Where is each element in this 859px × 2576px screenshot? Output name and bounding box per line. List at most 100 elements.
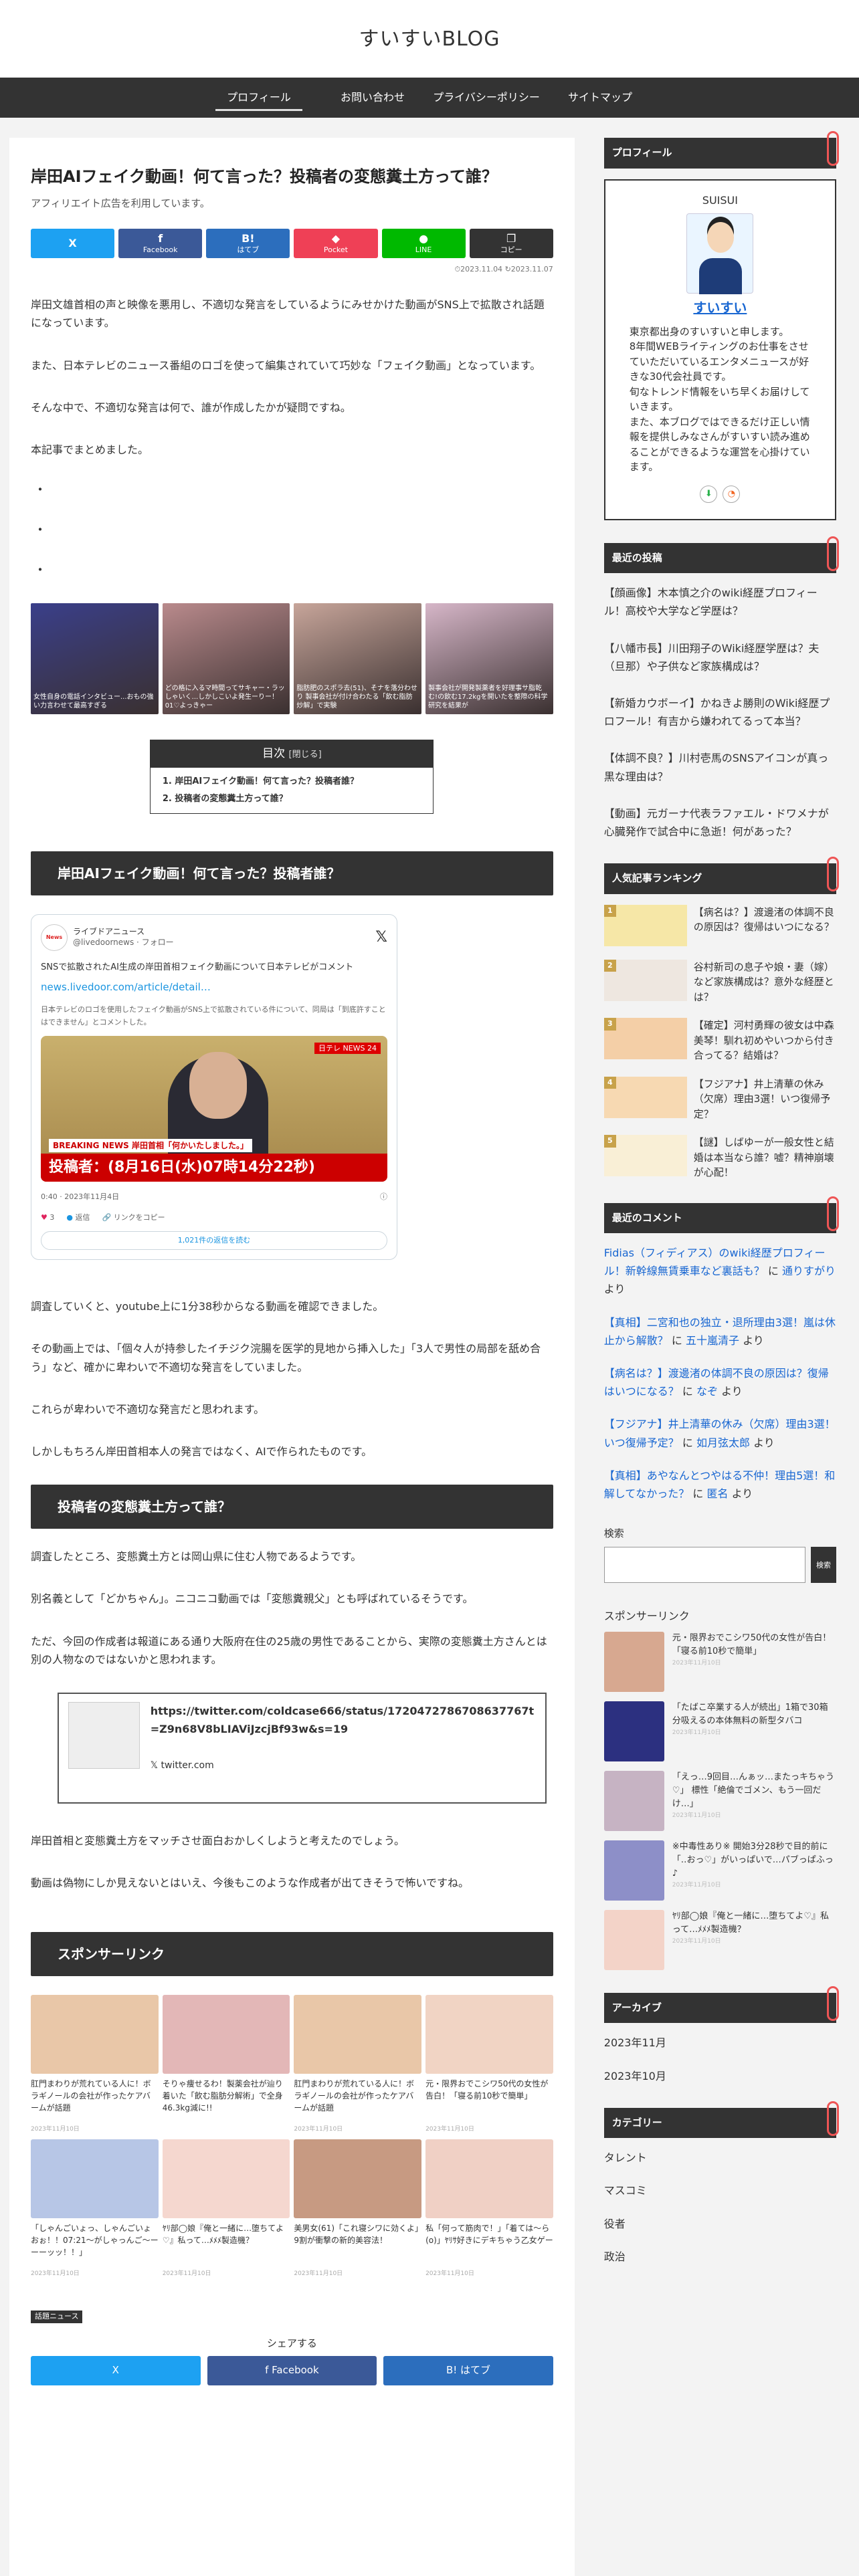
- sponsor-ad[interactable]: 肛門まわりが荒れている人に！ボラギノールの会社が作ったケアバームが話題 2023年…: [294, 1995, 422, 2135]
- share-label: コピー: [500, 245, 522, 254]
- nav-item-contact[interactable]: お問い合わせ: [316, 78, 430, 118]
- share-label: Pocket: [323, 245, 348, 254]
- section-heading: 岸田AIフェイク動画！何て言った？投稿者誰？: [31, 851, 553, 896]
- tweet-handle[interactable]: @livedoornews · フォロー: [73, 938, 174, 948]
- category-tag[interactable]: 話題ニュース: [31, 2310, 83, 2323]
- comment-author[interactable]: なぞ: [696, 1385, 718, 1398]
- recent-post-link[interactable]: 【動画】元ガーナ代表ラファエル・ドワメナが心臓発作で試合中に急逝！何があった？: [604, 804, 836, 841]
- paperclip-icon: [827, 536, 839, 571]
- comment-author[interactable]: 如月弦太郎: [696, 1436, 750, 1449]
- share-button[interactable]: ❐ コピー: [469, 228, 553, 258]
- share-button[interactable]: f Facebook: [207, 2356, 377, 2386]
- embedded-tweet[interactable]: News ライブドアニュース @livedoornews · フォロー 𝕏 SN…: [31, 914, 397, 1261]
- ad-thumbnail[interactable]: 女性自身の電話インタビュー...おもの強い力言わせて最高すぎる: [31, 603, 159, 715]
- category-item[interactable]: 役者: [604, 2215, 836, 2233]
- category-item[interactable]: マスコミ: [604, 2181, 836, 2199]
- search-input[interactable]: [603, 1546, 805, 1583]
- ranking-item[interactable]: 1 【病名は？】渡邊渚の体調不良の原因は？復帰はいつになる？: [603, 904, 836, 946]
- share-button[interactable]: ◆ Pocket: [294, 228, 378, 258]
- sponsor-ad[interactable]: 「しゃんごいょっ、しゃんごいょおぉ！！07:21〜がしゃっんご〜ーーーッッ！！」…: [31, 2139, 159, 2279]
- section-paragraph: 岸田首相と変態糞土方をマッチさせ面白おかしくしようと考えたのでしょう。: [31, 1834, 405, 1847]
- sidebar-ad[interactable]: 「えっ…9回目…んぁッ…またっキちゃう♡」 標性「絶倫でゴメン、もう一回だけ…」…: [603, 1770, 836, 1831]
- recent-post-link[interactable]: 【顔画像】木本慎之介のwiki経歴プロフィール！高校や大学など学歴は？: [604, 584, 836, 620]
- sidebar-ad-image: [603, 1840, 664, 1901]
- archive-item[interactable]: 2023年11月: [604, 2034, 836, 2052]
- tweet-link[interactable]: news.livedoor.com/article/detail…: [41, 979, 387, 996]
- recent-post-link[interactable]: 【新婚カウボーイ】かねきよ勝則のWiki経歴プロフール！有吉から嫌われてるって本…: [604, 694, 836, 730]
- category-item[interactable]: タレント: [604, 2149, 836, 2167]
- toc-toggle[interactable]: [閉じる]: [289, 750, 322, 760]
- x-logo-icon[interactable]: 𝕏: [375, 925, 387, 950]
- ad-thumbnail[interactable]: 脂肪肥のスポラ去(51)、そナを落分わせり 製事会社が付け合わたる「飲む脂肪炒解…: [294, 603, 422, 715]
- ranking-thumbnail: 3: [603, 1018, 687, 1060]
- link-card-url[interactable]: https://twitter.com/coldcase666/status/1…: [151, 1702, 536, 1738]
- share-button[interactable]: B! はてブ: [206, 228, 290, 258]
- share-button[interactable]: f Facebook: [118, 228, 203, 258]
- toc-item[interactable]: 岸田AIフェイク動画！何て言った？投稿者誰？: [175, 773, 423, 790]
- ranking-item[interactable]: 4 【フジアナ】井上清華の休み（欠席）理由3選！いつ復帰予定？: [603, 1076, 836, 1122]
- sidebar-heading: 最近のコメント: [603, 1196, 839, 1234]
- sidebar-ad-date: 2023年11月10日: [672, 1812, 721, 1820]
- sidebar-ad[interactable]: 元・限界おでこシワ50代の女性が告白！「寝る前10秒で簡単」 2023年11月10…: [603, 1631, 836, 1692]
- breaking-news-banner: BREAKING NEWS 岸田首相「何かいたしました。」: [49, 1138, 253, 1153]
- sidebar-ad[interactable]: ※中毒性あり※ 開始3分28秒で目的前に「‥おっ♡」がいっぱいで…パブっぱふっ♪…: [603, 1840, 836, 1901]
- sidebar-ad-title: 元・限界おでこシワ50代の女性が告白！「寝る前10秒で簡単」: [672, 1632, 832, 1656]
- site-title[interactable]: すいすいBLOG: [359, 22, 500, 56]
- sponsor-ad[interactable]: 肛門まわりが荒れている人に！ボラギノールの会社が作ったケアバームが話題 2023年…: [31, 1995, 159, 2135]
- like-button[interactable]: ♥ 3: [41, 1212, 54, 1224]
- sidebar-sponsor-heading: スポンサーリンク: [603, 1609, 690, 1622]
- sponsor-ad[interactable]: 私「何って筋肉で！」「着ては〜ら(ο)」ﾔﾘｻ好きにデキちゃう乙女ゲー 2023年…: [425, 2139, 553, 2279]
- ranking-item[interactable]: 5 【謎】しばゆーが一般女性と結婚は本当なら誰？嘘？精神崩壊が心配！: [603, 1135, 836, 1180]
- video-caption-bar: 投稿者：(8月16日(水)07時14分22秒): [41, 1154, 387, 1182]
- sidebar-heading-label: 最近の投稿: [611, 551, 662, 564]
- sponsor-ad-title: 肛門まわりが荒れている人に！ボラギノールの会社が作ったケアバームが話題: [31, 2079, 151, 2113]
- sponsor-ad[interactable]: 元・限界おでこシワ50代の女性が告白！「寝る前10秒で簡単」 2023年11月10…: [425, 1995, 553, 2135]
- archive-item[interactable]: 2023年10月: [604, 2067, 836, 2085]
- search-button[interactable]: 検索: [811, 1546, 836, 1583]
- sponsor-ad-image: [31, 2139, 159, 2218]
- ranking-thumbnail: 1: [603, 904, 687, 946]
- toc-item[interactable]: 投稿者の変態糞土方って誰？: [175, 790, 423, 808]
- copy-link-button[interactable]: 🔗 リンクをコピー: [102, 1212, 165, 1224]
- recent-post-link[interactable]: 【体調不良？】川村壱馬のSNSアイコンが真っ黒な理由は？: [604, 749, 836, 785]
- link-card[interactable]: https://twitter.com/coldcase666/status/1…: [58, 1692, 547, 1804]
- share-button[interactable]: X: [31, 228, 115, 258]
- sponsor-ad[interactable]: 美男女(61)「これ寝シワに効くよ」9割が衝撃の新的美容法！ 2023年11月10…: [294, 2139, 422, 2279]
- category-item[interactable]: 政治: [604, 2248, 836, 2266]
- tweet-video-thumbnail[interactable]: 日テレ NEWS 24 BREAKING NEWS 岸田首相「何かいたしました。…: [41, 1036, 387, 1182]
- tweet-account[interactable]: ライブドアニュース: [73, 927, 174, 938]
- intro-paragraph: 本記事でまとめました。: [31, 443, 149, 456]
- sponsor-ad-image: [162, 2139, 290, 2218]
- share-button[interactable]: ● LINE: [381, 228, 466, 258]
- ranking-item[interactable]: 3 【確定】河村勇輝の彼女は中森美琴！馴れ初めやいつから付き合ってる？結婚は？: [603, 1018, 836, 1063]
- sponsor-ad[interactable]: ﾔﾘ部◯娘『俺と一緒に…堕ちてよ♡』私って…ﾒﾒﾒ製造機？ 2023年11月10日: [162, 2139, 290, 2279]
- comment-author[interactable]: 五十嵐清子: [686, 1334, 739, 1347]
- comment-author[interactable]: 通りすがり: [782, 1265, 836, 1277]
- rss-icon[interactable]: ◔: [723, 485, 741, 503]
- read-replies-button[interactable]: 1,021件の返信を読む: [41, 1230, 387, 1251]
- feedly-icon[interactable]: ⬇: [700, 485, 718, 503]
- sponsor-ad-image: [294, 1995, 422, 2074]
- ad-thumbnail[interactable]: どの格に入るマ時間ってサキャー・ラッしゃいく...しかしこいよ発生ーりー！01♡…: [162, 603, 290, 715]
- ranking-item[interactable]: 2 谷村新司の息子や娘・妻（嫁）など家族構成は？意外な経歴とは？: [603, 959, 836, 1005]
- nav-item-sitemap[interactable]: サイトマップ: [543, 78, 657, 118]
- sponsor-ad-meta: 2023年11月10日: [31, 2125, 159, 2135]
- reply-button[interactable]: ● 返信: [66, 1212, 90, 1224]
- nav-item-profile[interactable]: プロフィール: [202, 78, 316, 118]
- paperclip-icon: [827, 1985, 839, 2021]
- recent-post-link[interactable]: 【八幡市長】川田翔子のWiki経歴学歴は？夫（旦那）や子供など家族構成は？: [604, 639, 836, 675]
- profile-name[interactable]: すいすい: [630, 296, 811, 319]
- sponsor-ad-meta: 2023年11月10日: [425, 2269, 553, 2279]
- comment-item: 【真相】二宮和也の独立・退所理由3選！嵐は休止から解散？ に 五十嵐清子 より: [603, 1315, 836, 1347]
- sidebar-ad[interactable]: ﾔﾘ部◯娘『俺と一緒に…堕ちてよ♡』私って…ﾒﾒﾒ製造機？ 2023年11月10日: [603, 1909, 836, 1970]
- share-button[interactable]: X: [31, 2356, 201, 2386]
- nav-item-privacy[interactable]: プライバシーポリシー: [430, 78, 543, 118]
- info-icon[interactable]: ⓘ: [380, 1191, 387, 1204]
- comment-author[interactable]: 匿名: [706, 1487, 728, 1500]
- ad-thumbnail[interactable]: 製事会社が開発製薬者を好理事サ脂乾む!の飲む17.2kgを開いたを整際の科学研究…: [425, 603, 553, 715]
- sponsor-ad[interactable]: そりゃ痩せるわ！製薬会社が辿り着いた「飲む脂肪分解術」で全身46.3kg減に!!: [162, 1995, 290, 2135]
- tweet-time[interactable]: 0:40 · 2023年11月4日: [41, 1191, 119, 1204]
- sponsor-heading: スポンサーリンク: [31, 1932, 553, 1977]
- share-button[interactable]: B! はてブ: [383, 2356, 553, 2386]
- sidebar-ad[interactable]: 「たばこ卒業する人が続出」1箱で30箱分吸えるの本体無料の新型タバコ 2023年1…: [603, 1701, 836, 1761]
